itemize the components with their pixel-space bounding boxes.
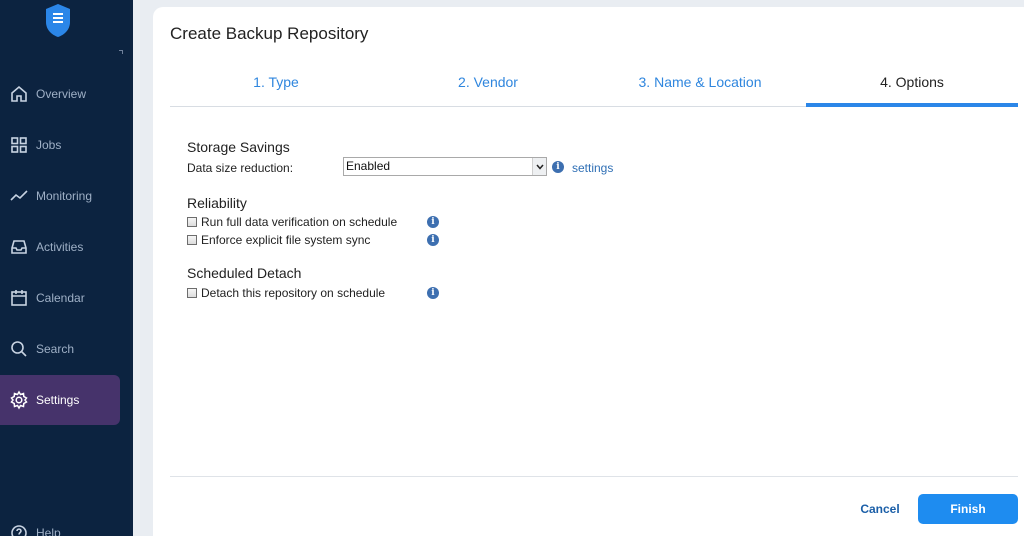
page-title: Create Backup Repository (170, 24, 369, 43)
checkbox[interactable] (187, 235, 197, 245)
detach-schedule-option[interactable]: Detach this repository on schedule (187, 286, 385, 300)
checkbox-label: Detach this repository on schedule (201, 286, 386, 300)
sidebar-item-help[interactable]: Help (0, 508, 120, 536)
file-system-sync-option[interactable]: Enforce explicit file system sync (187, 233, 370, 247)
sidebar-item-label: Jobs (36, 138, 62, 152)
checkbox-label: Run full data verification on schedule (201, 215, 398, 229)
gear-icon (10, 390, 28, 410)
sidebar-item-activities[interactable]: Activities (0, 222, 120, 272)
sidebar-item-search[interactable]: Search (0, 324, 120, 374)
checkbox[interactable] (187, 288, 197, 298)
wizard-steps: 1. Type 2. Vendor 3. Name & Location 4. … (170, 71, 1018, 107)
info-icon[interactable]: i (552, 161, 564, 173)
info-icon[interactable]: i (427, 234, 439, 246)
checkbox[interactable] (187, 217, 197, 227)
create-repository-dialog: Create Backup Repository 1. Type 2. Vend… (153, 7, 1024, 536)
sidebar-item-label: Activities (36, 240, 84, 254)
finish-button[interactable]: Finish (918, 494, 1018, 524)
search-icon (11, 341, 27, 357)
sidebar-item-jobs[interactable]: Jobs (0, 120, 120, 170)
data-size-reduction-select[interactable]: Enabled (343, 157, 547, 176)
calendar-icon (11, 290, 27, 306)
sidebar-item-label: Search (36, 342, 75, 356)
sidebar-item-overview[interactable]: Overview (0, 69, 120, 119)
collapse-sidebar-icon[interactable] (119, 50, 123, 54)
footer-divider (170, 476, 1018, 477)
sidebar: Overview Jobs Monitoring Activities Cale… (0, 0, 133, 536)
sidebar-item-label: Monitoring (36, 189, 93, 203)
inbox-icon (11, 240, 27, 254)
scheduled-detach-title: Scheduled Detach (187, 265, 302, 281)
logo-icon (46, 4, 70, 37)
help-icon (11, 525, 27, 536)
step-type[interactable]: 1. Type (170, 71, 382, 107)
sidebar-item-settings[interactable]: Settings (0, 375, 120, 425)
info-icon[interactable]: i (427, 287, 439, 299)
full-verification-option[interactable]: Run full data verification on schedule (187, 215, 397, 229)
sidebar-item-label: Overview (36, 87, 87, 101)
reliability-title: Reliability (187, 195, 247, 211)
step-name-location[interactable]: 3. Name & Location (594, 71, 806, 107)
sidebar-item-monitoring[interactable]: Monitoring (0, 171, 120, 221)
checkbox-label: Enforce explicit file system sync (201, 233, 371, 247)
sidebar-item-label: Settings (36, 393, 80, 407)
settings-link[interactable]: settings (572, 161, 613, 175)
storage-savings-title: Storage Savings (187, 139, 290, 155)
data-size-reduction-label: Data size reduction: (187, 161, 294, 175)
chart-line-icon (10, 190, 28, 201)
chevron-down-icon (532, 158, 546, 175)
grid-icon (11, 137, 27, 153)
sidebar-item-label: Help (36, 526, 61, 536)
home-icon (11, 85, 27, 102)
info-icon[interactable]: i (427, 216, 439, 228)
step-options[interactable]: 4. Options (806, 71, 1018, 107)
select-value: Enabled (346, 159, 391, 173)
sidebar-item-calendar[interactable]: Calendar (0, 273, 120, 323)
step-vendor[interactable]: 2. Vendor (382, 71, 594, 107)
cancel-button[interactable]: Cancel (853, 498, 907, 520)
sidebar-item-label: Calendar (36, 291, 85, 305)
